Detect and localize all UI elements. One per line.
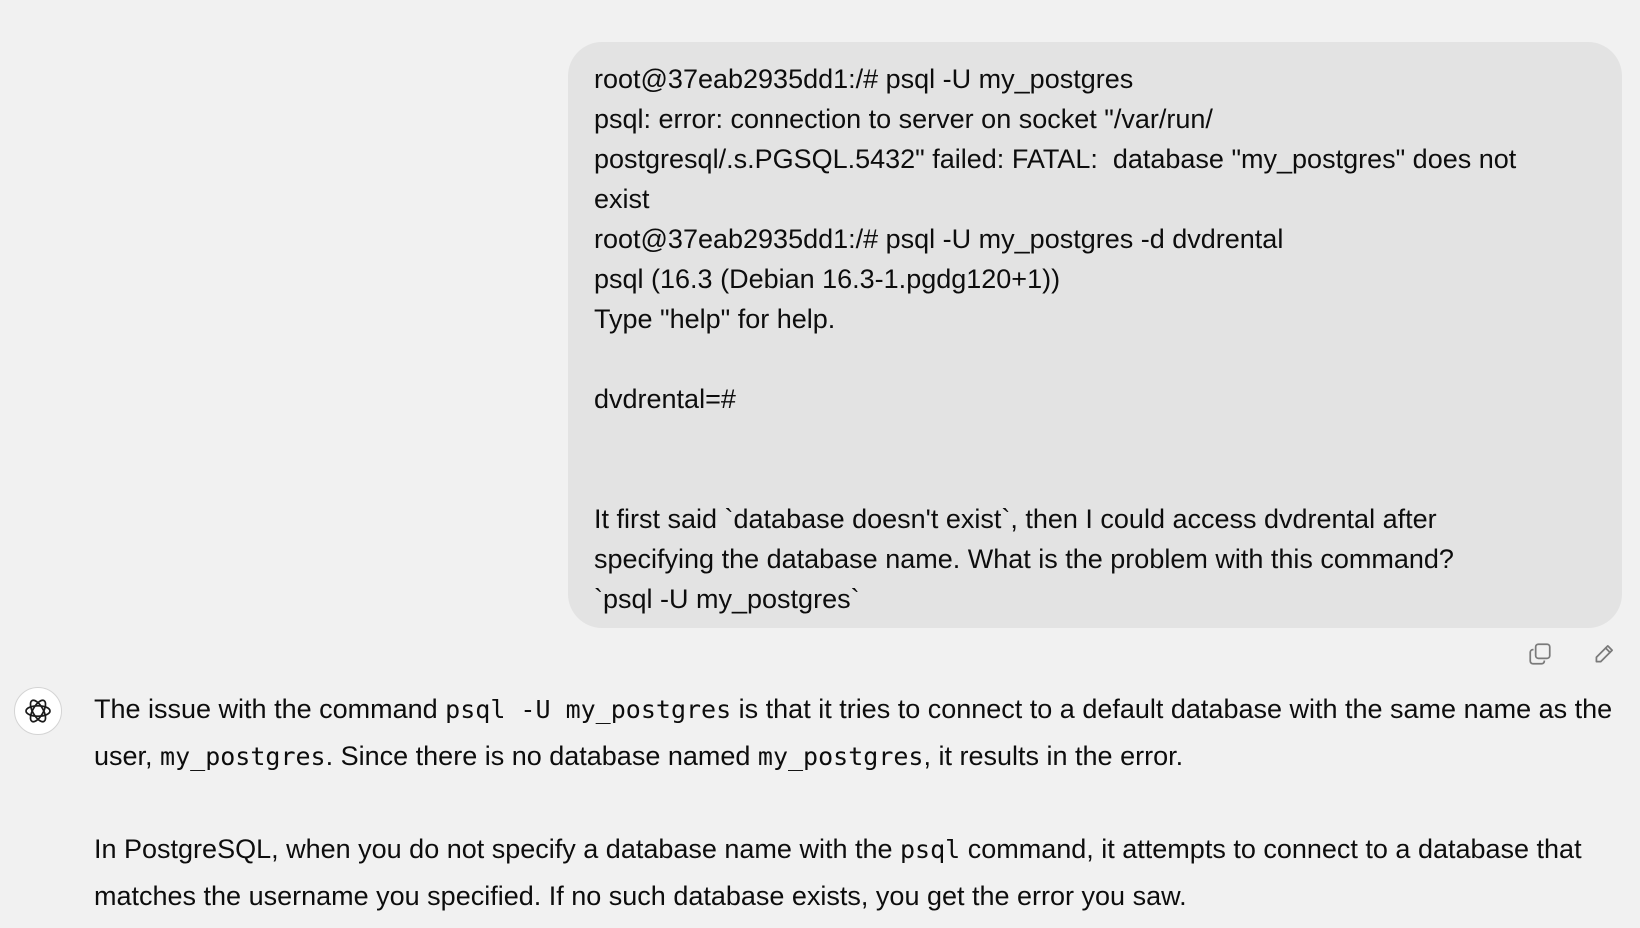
user-message-bubble: root@37eab2935dd1:/# psql -U my_postgres… [568,42,1622,628]
inline-code: psql [900,835,961,864]
text-segment: . Since there is no database named [325,741,758,771]
user-message-line: specifying the database name. What is th… [594,544,1454,574]
copy-button[interactable] [1526,640,1554,668]
edit-button[interactable] [1590,640,1618,668]
inline-code: my_postgres [160,742,326,771]
user-message-line: postgresql/.s.PGSQL.5432" failed: FATAL:… [594,144,1517,174]
user-message-line: root@37eab2935dd1:/# psql -U my_postgres… [594,224,1284,254]
user-message-line: dvdrental=# [594,384,736,414]
user-message-line [594,459,1596,499]
copy-icon [1529,643,1551,665]
assistant-paragraph: In PostgreSQL, when you do not specify a… [94,826,1624,919]
user-message-line: root@37eab2935dd1:/# psql -U my_postgres [594,64,1134,94]
user-message-line: exist [594,184,650,214]
inline-code: my_postgres [757,742,924,771]
pencil-icon [1595,645,1613,663]
chat-page: root@37eab2935dd1:/# psql -U my_postgres… [0,0,1640,928]
text-segment: In PostgreSQL, when you do not specify a… [94,834,900,864]
user-message-actions [1526,640,1618,668]
user-message-line: psql (16.3 (Debian 16.3-1.pgdg120+1)) [594,264,1061,294]
user-message-line: Type "help" for help. [594,304,836,334]
user-message-line: psql: error: connection to server on soc… [594,104,1213,134]
assistant-paragraph: The issue with the command psql -U my_po… [94,686,1624,780]
assistant-avatar [14,687,62,735]
user-message-line: `psql -U my_postgres` [594,584,860,614]
inline-code: psql -U my_postgres [445,695,732,724]
user-message-line [594,339,1596,379]
assistant-message: The issue with the command psql -U my_po… [94,686,1624,919]
user-message-line: It first said `database doesn't exist`, … [594,504,1437,534]
text-segment: , it results in the error. [923,741,1184,771]
text-segment: The issue with the command [94,694,446,724]
user-message-line [594,419,1596,459]
openai-logo-icon [25,699,51,723]
